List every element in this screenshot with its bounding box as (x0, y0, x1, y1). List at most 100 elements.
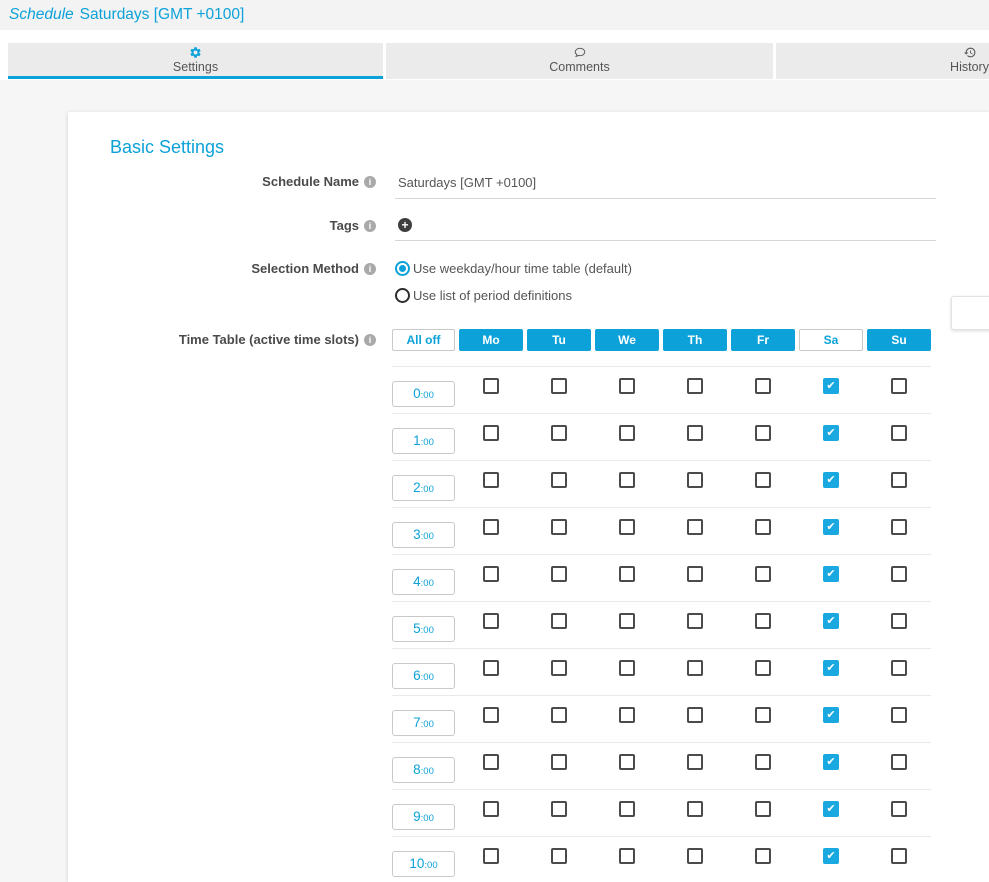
timeslot-checkbox-th-7[interactable] (687, 707, 703, 723)
timeslot-checkbox-tu-6[interactable] (551, 660, 567, 676)
timeslot-checkbox-we-10[interactable] (619, 848, 635, 864)
day-button-fr[interactable]: Fr (731, 329, 795, 351)
timeslot-checkbox-fr-8[interactable] (755, 754, 771, 770)
timeslot-checkbox-sa-1[interactable] (823, 425, 839, 441)
timeslot-checkbox-we-5[interactable] (619, 613, 635, 629)
radio-option-period-list[interactable]: Use list of period definitions (395, 288, 936, 303)
hour-button[interactable]: 9:00 (392, 804, 455, 830)
timeslot-checkbox-mo-6[interactable] (483, 660, 499, 676)
timeslot-checkbox-sa-0[interactable] (823, 378, 839, 394)
timeslot-checkbox-su-9[interactable] (891, 801, 907, 817)
hour-button[interactable]: 0:00 (392, 381, 455, 407)
timeslot-checkbox-th-8[interactable] (687, 754, 703, 770)
timeslot-checkbox-sa-5[interactable] (823, 613, 839, 629)
timeslot-checkbox-th-9[interactable] (687, 801, 703, 817)
timeslot-checkbox-su-1[interactable] (891, 425, 907, 441)
timeslot-checkbox-we-6[interactable] (619, 660, 635, 676)
side-flyout-handle[interactable] (951, 296, 989, 330)
timeslot-checkbox-tu-8[interactable] (551, 754, 567, 770)
timeslot-checkbox-th-3[interactable] (687, 519, 703, 535)
all-off-button[interactable]: All off (392, 329, 455, 351)
timeslot-checkbox-tu-1[interactable] (551, 425, 567, 441)
timeslot-checkbox-fr-7[interactable] (755, 707, 771, 723)
day-button-we[interactable]: We (595, 329, 659, 351)
info-icon[interactable]: i (364, 220, 376, 232)
timeslot-checkbox-we-1[interactable] (619, 425, 635, 441)
timeslot-checkbox-we-4[interactable] (619, 566, 635, 582)
timeslot-checkbox-sa-4[interactable] (823, 566, 839, 582)
timeslot-checkbox-th-2[interactable] (687, 472, 703, 488)
timeslot-checkbox-tu-9[interactable] (551, 801, 567, 817)
radio-option-timetable[interactable]: Use weekday/hour time table (default) (395, 261, 936, 276)
timeslot-checkbox-su-2[interactable] (891, 472, 907, 488)
tab-settings[interactable]: Settings (8, 43, 383, 79)
timeslot-checkbox-fr-3[interactable] (755, 519, 771, 535)
tab-comments[interactable]: Comments (386, 43, 773, 79)
info-icon[interactable]: i (364, 334, 376, 346)
timeslot-checkbox-th-4[interactable] (687, 566, 703, 582)
timeslot-checkbox-th-1[interactable] (687, 425, 703, 441)
hour-button[interactable]: 5:00 (392, 616, 455, 642)
timeslot-checkbox-fr-5[interactable] (755, 613, 771, 629)
timeslot-checkbox-su-6[interactable] (891, 660, 907, 676)
timeslot-checkbox-tu-2[interactable] (551, 472, 567, 488)
hour-button[interactable]: 2:00 (392, 475, 455, 501)
timeslot-checkbox-su-4[interactable] (891, 566, 907, 582)
add-tag-button[interactable]: + (398, 218, 412, 232)
timeslot-checkbox-sa-10[interactable] (823, 848, 839, 864)
timeslot-checkbox-mo-5[interactable] (483, 613, 499, 629)
timeslot-checkbox-su-3[interactable] (891, 519, 907, 535)
timeslot-checkbox-sa-6[interactable] (823, 660, 839, 676)
hour-button[interactable]: 7:00 (392, 710, 455, 736)
timeslot-checkbox-sa-2[interactable] (823, 472, 839, 488)
hour-button[interactable]: 10:00 (392, 851, 455, 877)
hour-button[interactable]: 3:00 (392, 522, 455, 548)
timeslot-checkbox-fr-10[interactable] (755, 848, 771, 864)
timeslot-checkbox-mo-1[interactable] (483, 425, 499, 441)
day-button-mo[interactable]: Mo (459, 329, 523, 351)
timeslot-checkbox-fr-9[interactable] (755, 801, 771, 817)
timeslot-checkbox-tu-0[interactable] (551, 378, 567, 394)
schedule-name-input[interactable] (395, 175, 936, 191)
timeslot-checkbox-tu-10[interactable] (551, 848, 567, 864)
timeslot-checkbox-sa-7[interactable] (823, 707, 839, 723)
timeslot-checkbox-su-0[interactable] (891, 378, 907, 394)
timeslot-checkbox-fr-6[interactable] (755, 660, 771, 676)
timeslot-checkbox-tu-3[interactable] (551, 519, 567, 535)
timeslot-checkbox-th-5[interactable] (687, 613, 703, 629)
timeslot-checkbox-fr-0[interactable] (755, 378, 771, 394)
hour-button[interactable]: 6:00 (392, 663, 455, 689)
info-icon[interactable]: i (364, 176, 376, 188)
day-button-su[interactable]: Su (867, 329, 931, 351)
timeslot-checkbox-mo-10[interactable] (483, 848, 499, 864)
timeslot-checkbox-su-5[interactable] (891, 613, 907, 629)
timeslot-checkbox-mo-7[interactable] (483, 707, 499, 723)
day-button-sa[interactable]: Sa (799, 329, 863, 351)
timeslot-checkbox-su-7[interactable] (891, 707, 907, 723)
timeslot-checkbox-fr-2[interactable] (755, 472, 771, 488)
timeslot-checkbox-fr-4[interactable] (755, 566, 771, 582)
tab-history[interactable]: History (776, 43, 989, 79)
timeslot-checkbox-we-0[interactable] (619, 378, 635, 394)
timeslot-checkbox-we-8[interactable] (619, 754, 635, 770)
day-button-tu[interactable]: Tu (527, 329, 591, 351)
hour-button[interactable]: 1:00 (392, 428, 455, 454)
timeslot-checkbox-su-10[interactable] (891, 848, 907, 864)
hour-button[interactable]: 4:00 (392, 569, 455, 595)
timeslot-checkbox-fr-1[interactable] (755, 425, 771, 441)
hour-button[interactable]: 8:00 (392, 757, 455, 783)
timeslot-checkbox-mo-0[interactable] (483, 378, 499, 394)
timeslot-checkbox-mo-2[interactable] (483, 472, 499, 488)
timeslot-checkbox-we-2[interactable] (619, 472, 635, 488)
timeslot-checkbox-we-3[interactable] (619, 519, 635, 535)
info-icon[interactable]: i (364, 263, 376, 275)
timeslot-checkbox-mo-8[interactable] (483, 754, 499, 770)
timeslot-checkbox-th-10[interactable] (687, 848, 703, 864)
timeslot-checkbox-mo-3[interactable] (483, 519, 499, 535)
timeslot-checkbox-tu-7[interactable] (551, 707, 567, 723)
timeslot-checkbox-tu-5[interactable] (551, 613, 567, 629)
timeslot-checkbox-sa-3[interactable] (823, 519, 839, 535)
timeslot-checkbox-we-9[interactable] (619, 801, 635, 817)
timeslot-checkbox-we-7[interactable] (619, 707, 635, 723)
day-button-th[interactable]: Th (663, 329, 727, 351)
